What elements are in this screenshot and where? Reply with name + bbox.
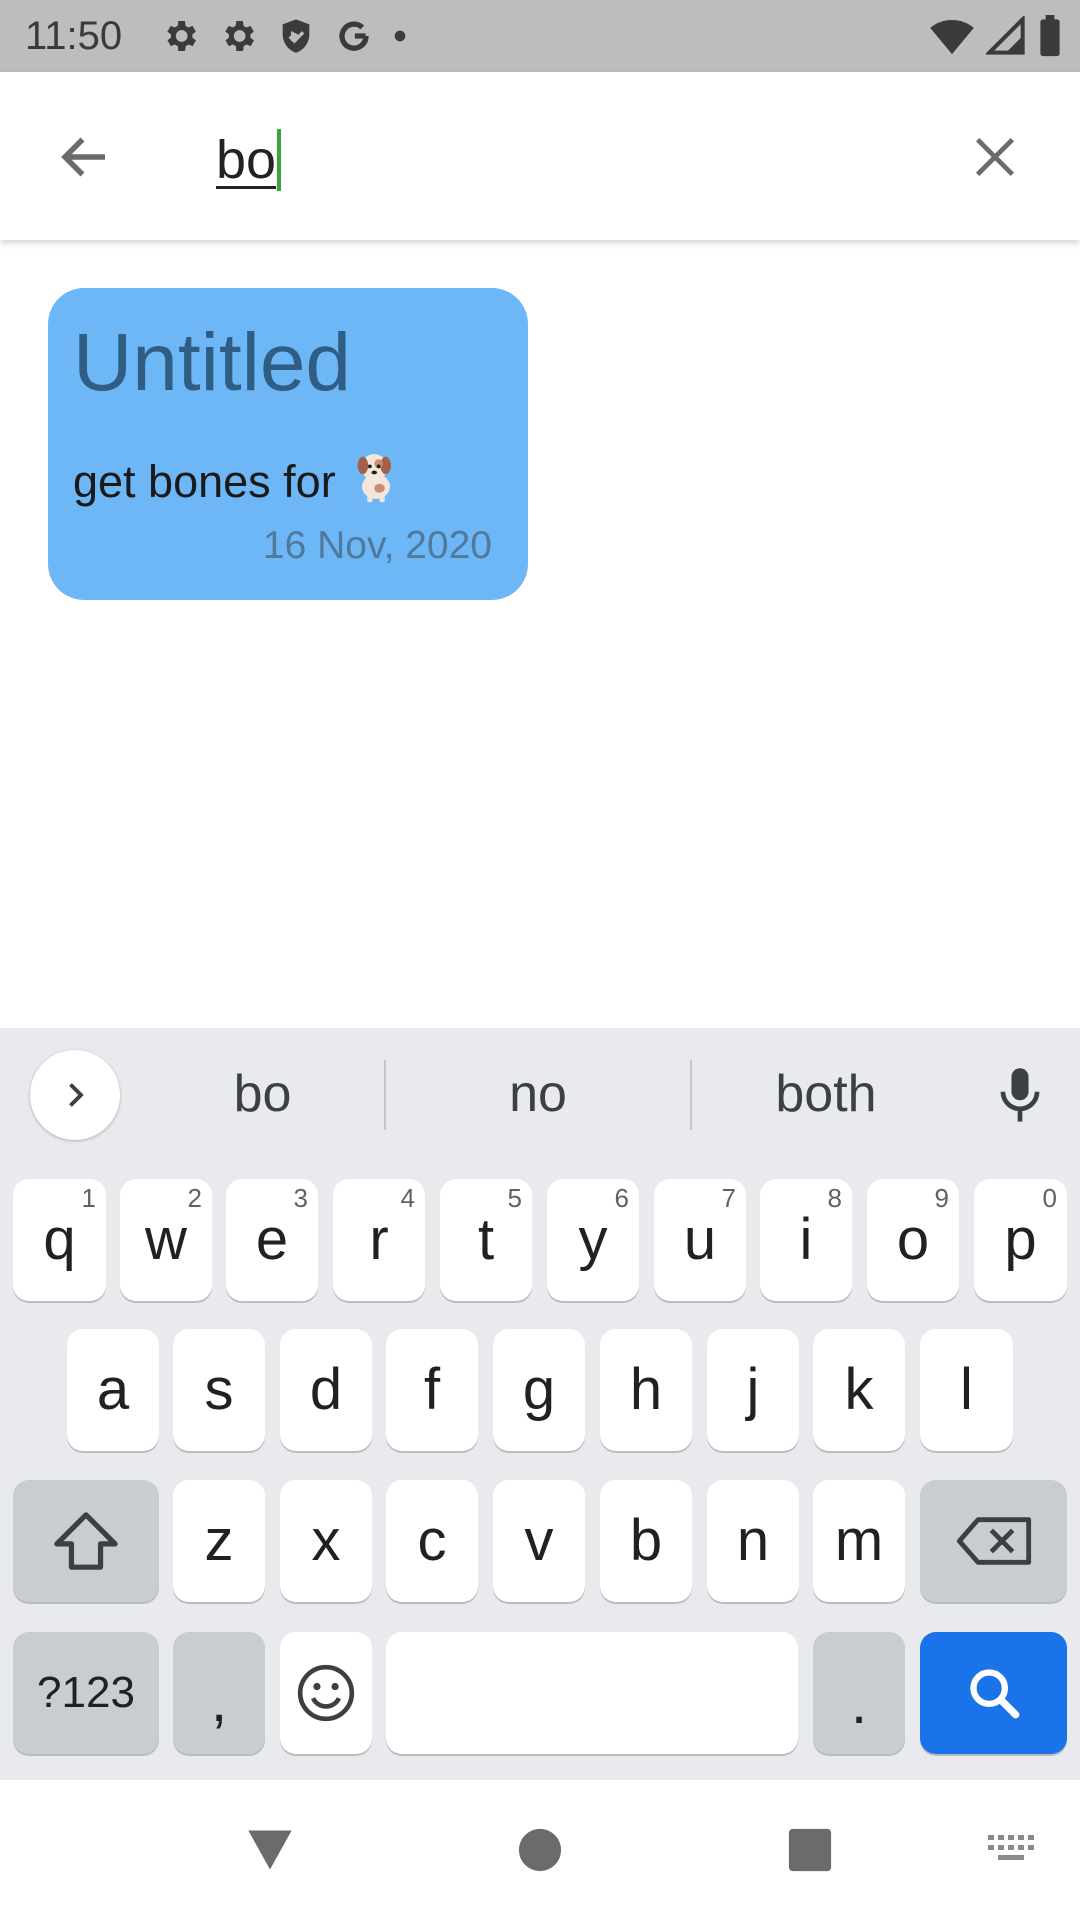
key-x[interactable]: x xyxy=(280,1480,372,1602)
suggestion-2[interactable]: no xyxy=(386,1058,690,1130)
status-time: 11:50 xyxy=(25,14,123,58)
clear-search-button[interactable] xyxy=(950,112,1040,202)
wifi-icon xyxy=(930,20,974,55)
suggestion-3[interactable]: both xyxy=(692,1058,960,1130)
key-m[interactable]: m xyxy=(813,1480,905,1602)
status-bar: 11:50 xyxy=(0,0,1080,72)
note-date: 16 Nov, 2020 xyxy=(262,524,492,567)
note-body: get bones for xyxy=(73,448,404,515)
signal-icon xyxy=(986,16,1025,55)
emoji-key[interactable] xyxy=(280,1632,372,1754)
keyboard-switch-icon xyxy=(988,1835,1034,1860)
symbols-key[interactable]: ?123 xyxy=(13,1632,159,1754)
settings-icon xyxy=(225,21,254,51)
home-circle-icon xyxy=(518,1828,562,1872)
status-icons-left xyxy=(160,12,408,60)
status-icons-right xyxy=(930,12,1062,60)
key-p[interactable]: p0 xyxy=(974,1179,1067,1301)
key-s[interactable]: s xyxy=(173,1329,265,1451)
dog-icon xyxy=(348,448,404,515)
key-z[interactable]: z xyxy=(173,1480,265,1602)
dot-icon xyxy=(394,30,406,42)
shield-icon xyxy=(282,19,310,53)
shift-icon xyxy=(54,1512,118,1570)
settings-icon xyxy=(167,21,196,51)
back-button[interactable] xyxy=(40,112,130,202)
recents-square-icon xyxy=(788,1828,832,1872)
shift-key[interactable] xyxy=(13,1480,159,1602)
comma-key[interactable]: , xyxy=(173,1632,265,1754)
search-icon xyxy=(969,1669,1019,1719)
key-v[interactable]: v xyxy=(493,1480,585,1602)
space-key[interactable] xyxy=(386,1632,798,1754)
key-r[interactable]: r4 xyxy=(333,1179,425,1301)
smiley-icon xyxy=(297,1664,355,1722)
key-y[interactable]: y6 xyxy=(547,1179,639,1301)
backspace-key[interactable] xyxy=(920,1480,1067,1602)
key-o[interactable]: o9 xyxy=(867,1179,959,1301)
search-input[interactable]: bo xyxy=(216,120,282,200)
key-q[interactable]: q1 xyxy=(13,1179,106,1301)
key-d[interactable]: d xyxy=(280,1329,372,1451)
battery-icon xyxy=(1040,15,1060,57)
voice-input-button[interactable] xyxy=(980,1056,1060,1136)
period-key[interactable]: . xyxy=(813,1632,905,1754)
search-key[interactable] xyxy=(920,1632,1067,1754)
keyboard-switch-button[interactable] xyxy=(982,1820,1042,1880)
key-u[interactable]: u7 xyxy=(654,1179,746,1301)
nav-home-button[interactable] xyxy=(510,1820,570,1880)
key-f[interactable]: f xyxy=(386,1329,478,1451)
note-card[interactable]: Untitled get bones for 16 Nov, 2020 xyxy=(48,288,528,600)
key-g[interactable]: g xyxy=(493,1329,585,1451)
search-query-text: bo xyxy=(216,130,277,190)
microphone-icon xyxy=(1000,1068,1040,1122)
key-j[interactable]: j xyxy=(707,1329,799,1451)
key-k[interactable]: k xyxy=(813,1329,905,1451)
key-t[interactable]: t5 xyxy=(440,1179,532,1301)
google-icon xyxy=(339,21,369,51)
search-app-bar: bo xyxy=(0,72,1080,240)
key-a[interactable]: a xyxy=(67,1329,159,1451)
nav-back-button[interactable] xyxy=(240,1820,300,1880)
back-triangle-icon xyxy=(248,1830,292,1870)
key-w[interactable]: w2 xyxy=(120,1179,212,1301)
nav-recents-button[interactable] xyxy=(780,1820,840,1880)
chevron-right-icon xyxy=(69,1083,84,1107)
keyboard-menu-button[interactable] xyxy=(30,1050,120,1140)
suggestion-1[interactable]: bo xyxy=(140,1058,385,1130)
key-i[interactable]: i8 xyxy=(760,1179,852,1301)
backspace-icon xyxy=(956,1517,1031,1565)
key-h[interactable]: h xyxy=(600,1329,692,1451)
note-title: Untitled xyxy=(73,317,352,408)
text-cursor xyxy=(277,129,282,191)
note-body-text: get bones for xyxy=(73,455,336,507)
key-b[interactable]: b xyxy=(600,1480,692,1602)
on-screen-keyboard: bo no both q1 w2 e3 r4 t5 y6 u7 i8 o9 p0… xyxy=(0,1028,1080,1780)
key-e[interactable]: e3 xyxy=(226,1179,318,1301)
key-l[interactable]: l xyxy=(920,1329,1013,1451)
suggestion-strip: bo no both xyxy=(0,1028,1080,1160)
key-n[interactable]: n xyxy=(707,1480,799,1602)
system-nav-bar xyxy=(0,1780,1080,1920)
key-c[interactable]: c xyxy=(386,1480,478,1602)
arrow-left-icon xyxy=(61,137,105,177)
close-icon xyxy=(975,137,1015,177)
